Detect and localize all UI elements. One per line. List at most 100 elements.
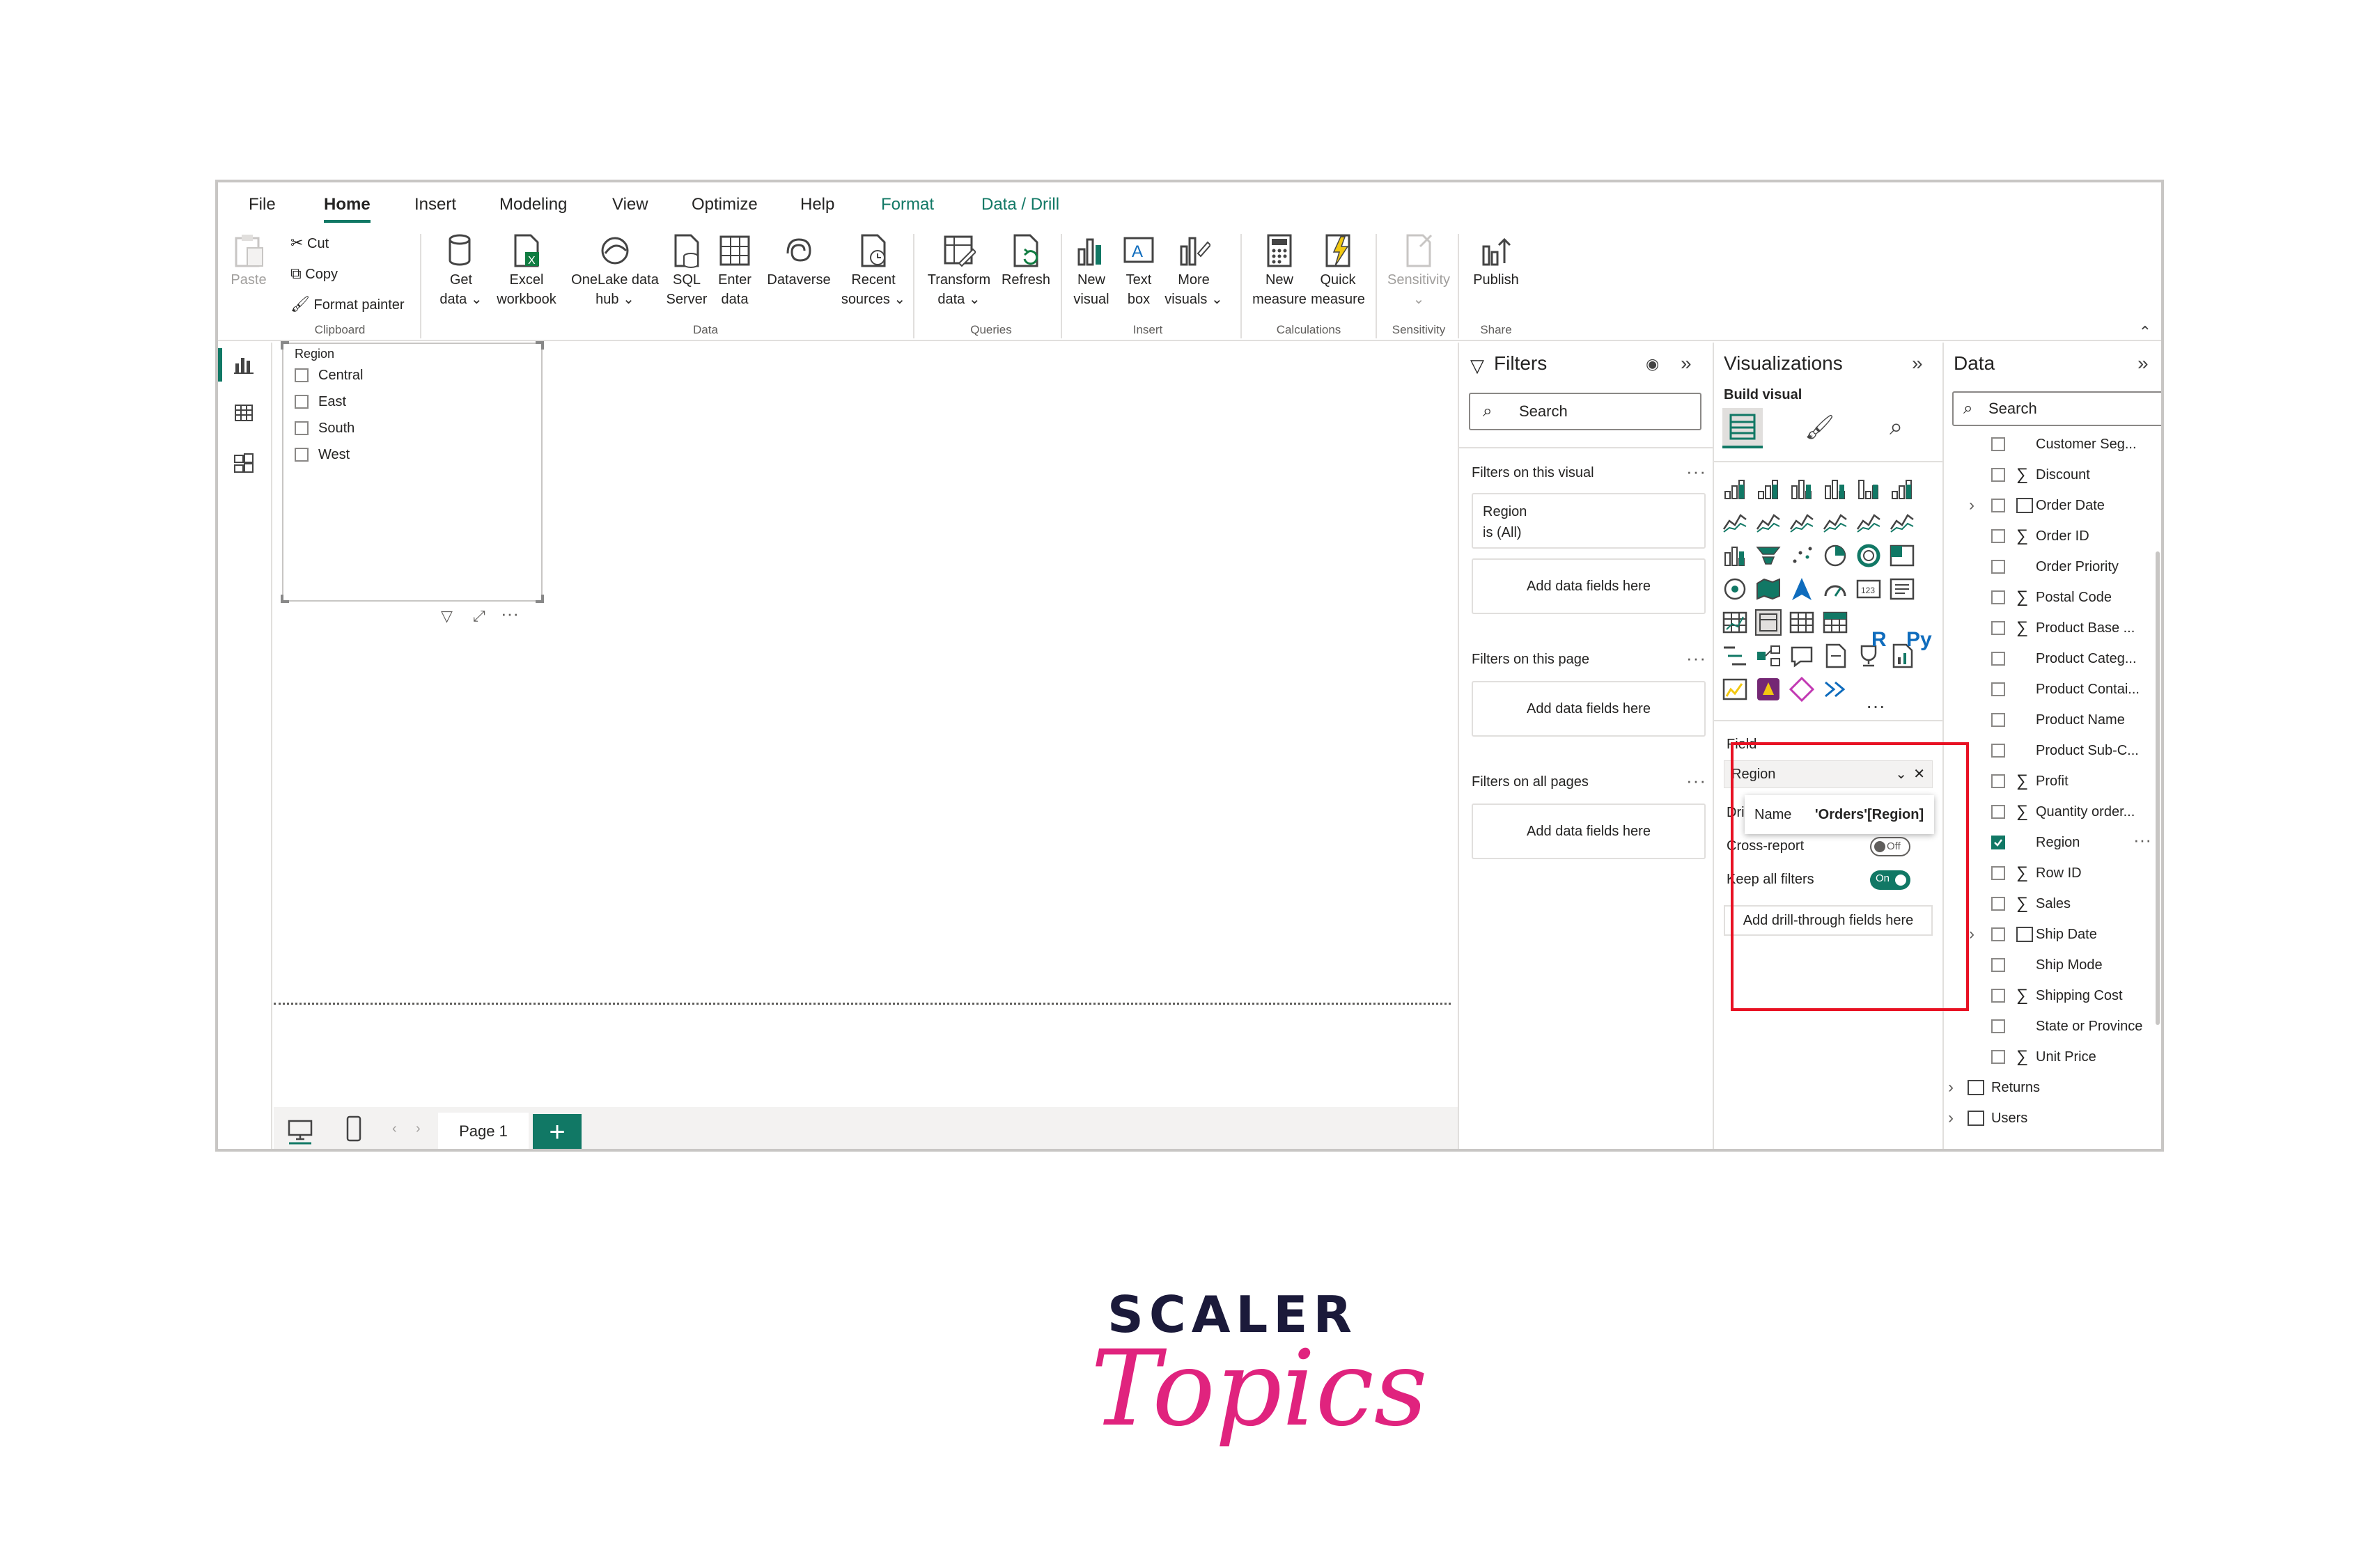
data-field-row[interactable]: ∑ Profit <box>1944 766 2153 797</box>
add-visual-filter-drop[interactable]: Add data fields here <box>1472 558 1706 614</box>
quick-measure-button[interactable]: Quick measure <box>1310 233 1366 309</box>
data-field-row[interactable]: ∑ Row ID <box>1944 858 2153 888</box>
more-options-icon[interactable]: ··· <box>1686 461 1706 483</box>
transform-data-button[interactable]: Transform data ⌄ <box>923 233 995 309</box>
region-filter-card[interactable]: Region is (All) <box>1472 493 1706 549</box>
data-field-row[interactable]: Product Sub-C... <box>1944 735 2153 766</box>
previous-page-icon[interactable]: ‹ <box>392 1121 397 1137</box>
filled-map-icon[interactable] <box>1754 575 1782 603</box>
enter-data-button[interactable]: Enter data <box>712 233 757 309</box>
100-column-icon[interactable] <box>1888 475 1916 503</box>
data-field-row[interactable]: ∑ Postal Code <box>1944 582 2153 613</box>
azure-map-icon[interactable] <box>1788 575 1816 603</box>
analytics-icon[interactable]: ⌕ <box>1890 414 1903 441</box>
table-view-icon[interactable] <box>233 402 254 423</box>
next-page-icon[interactable]: › <box>416 1121 421 1137</box>
report-canvas[interactable]: Region Central East South West ▽ ⤢ ··· <box>274 341 1458 1106</box>
field-checkbox[interactable] <box>1991 560 2005 574</box>
key-influencers-icon[interactable] <box>1754 642 1782 670</box>
more-options-icon[interactable]: ··· <box>2133 824 2151 855</box>
add-page-button[interactable]: + <box>533 1114 582 1149</box>
field-checkbox[interactable] <box>1991 437 2005 451</box>
data-table-row[interactable]: › Users <box>1944 1103 2153 1134</box>
checkbox[interactable] <box>295 395 309 409</box>
clustered-column-icon[interactable] <box>1821 475 1849 503</box>
field-checkbox[interactable] <box>1991 774 2005 788</box>
field-checkbox[interactable] <box>1991 529 2005 543</box>
line-chart-icon[interactable] <box>1721 508 1749 536</box>
tab-data-drill[interactable]: Data / Drill <box>981 195 1059 214</box>
field-checkbox[interactable] <box>1991 713 2005 727</box>
field-checkbox[interactable] <box>1991 499 2005 512</box>
more-visuals-button[interactable]: More visuals ⌄ <box>1164 233 1224 309</box>
cut-button[interactable]: ✂ Cut <box>290 234 329 252</box>
chevron-right-icon[interactable]: › <box>1969 490 1974 521</box>
eye-icon[interactable]: ◉ <box>1646 355 1659 373</box>
stacked-area-icon[interactable] <box>1788 508 1816 536</box>
r-visual-icon[interactable]: R <box>1871 628 1887 652</box>
publish-button[interactable]: Publish <box>1465 233 1527 290</box>
data-field-row[interactable]: Order Priority <box>1944 551 2153 582</box>
data-field-row[interactable]: ∑ Product Base ... <box>1944 613 2153 643</box>
smart-narrative-icon[interactable] <box>1721 675 1749 703</box>
tab-modeling[interactable]: Modeling <box>499 195 567 214</box>
collapse-pane-icon[interactable]: » <box>1681 352 1692 375</box>
data-field-row[interactable]: ∑ Quantity order... <box>1944 797 2153 827</box>
field-checkbox[interactable] <box>1991 468 2005 482</box>
desktop-layout-icon[interactable] <box>286 1117 314 1148</box>
text-box-button[interactable]: A Text box <box>1118 233 1160 309</box>
python-visual-icon[interactable]: Py <box>1906 628 1932 652</box>
field-checkbox[interactable] <box>1991 897 2005 911</box>
tab-home[interactable]: Home <box>324 195 371 223</box>
build-visual-tab[interactable] <box>1722 408 1763 448</box>
data-field-row[interactable]: ∑ Unit Price <box>1944 1042 2153 1072</box>
filters-search-input[interactable]: ⌕ Search <box>1469 393 1701 430</box>
pie-icon[interactable] <box>1821 542 1849 570</box>
get-data-button[interactable]: Get data ⌄ <box>435 233 487 309</box>
tab-format[interactable]: Format <box>881 195 934 214</box>
tab-file[interactable]: File <box>249 195 276 214</box>
field-checkbox[interactable] <box>1991 652 2005 666</box>
field-checkbox[interactable] <box>1991 927 2005 941</box>
visual-filter-icon[interactable]: ▽ <box>441 607 453 625</box>
paste-button[interactable]: Paste <box>228 233 270 290</box>
mobile-layout-icon[interactable] <box>343 1114 364 1148</box>
checkbox[interactable] <box>295 448 309 462</box>
field-checkbox[interactable] <box>1991 744 2005 758</box>
area-chart-icon[interactable] <box>1754 508 1782 536</box>
slicer-icon[interactable] <box>1754 609 1782 636</box>
data-field-row[interactable]: Product Categ... <box>1944 643 2153 674</box>
slicer-item[interactable]: West <box>295 447 350 463</box>
page-tab[interactable]: Page 1 <box>438 1113 529 1149</box>
region-slicer[interactable]: Region Central East South West <box>281 341 544 603</box>
decomposition-tree-icon[interactable] <box>1721 642 1749 670</box>
onelake-data-hub-button[interactable]: OneLake data hub ⌄ <box>568 233 662 309</box>
model-view-icon[interactable] <box>233 453 254 473</box>
treemap-icon[interactable] <box>1888 542 1916 570</box>
field-checkbox[interactable] <box>1991 1050 2005 1064</box>
data-field-row[interactable]: › Ship Date <box>1944 919 2153 950</box>
donut-icon[interactable] <box>1855 542 1883 570</box>
new-visual-button[interactable]: New visual <box>1069 233 1114 309</box>
power-automate-flow-icon[interactable] <box>1821 675 1849 703</box>
data-field-row[interactable]: ∑ Order ID <box>1944 521 2153 551</box>
map-icon[interactable] <box>1721 575 1749 603</box>
dataverse-button[interactable]: Dataverse <box>763 233 835 290</box>
slicer-item[interactable]: South <box>295 421 355 437</box>
focus-mode-icon[interactable]: ⤢ <box>473 607 485 625</box>
add-all-pages-filter-drop[interactable]: Add data fields here <box>1472 803 1706 859</box>
ribbon-chart-icon[interactable] <box>1888 508 1916 536</box>
more-visuals-icon[interactable]: ··· <box>1866 695 1885 717</box>
chevron-right-icon[interactable]: › <box>1969 919 1974 950</box>
power-apps-icon[interactable] <box>1754 675 1782 703</box>
data-field-row[interactable]: ∑ Sales <box>1944 888 2153 919</box>
resize-handle[interactable] <box>281 341 289 350</box>
field-checkbox[interactable] <box>1991 836 2005 849</box>
resize-handle[interactable] <box>536 595 544 603</box>
tab-help[interactable]: Help <box>800 195 834 214</box>
refresh-button[interactable]: Refresh <box>998 233 1054 290</box>
chevron-right-icon[interactable]: › <box>1948 1072 1954 1103</box>
100-bar-icon[interactable] <box>1855 475 1883 503</box>
kpi-icon[interactable] <box>1721 609 1749 636</box>
more-options-icon[interactable]: ··· <box>1686 770 1706 792</box>
